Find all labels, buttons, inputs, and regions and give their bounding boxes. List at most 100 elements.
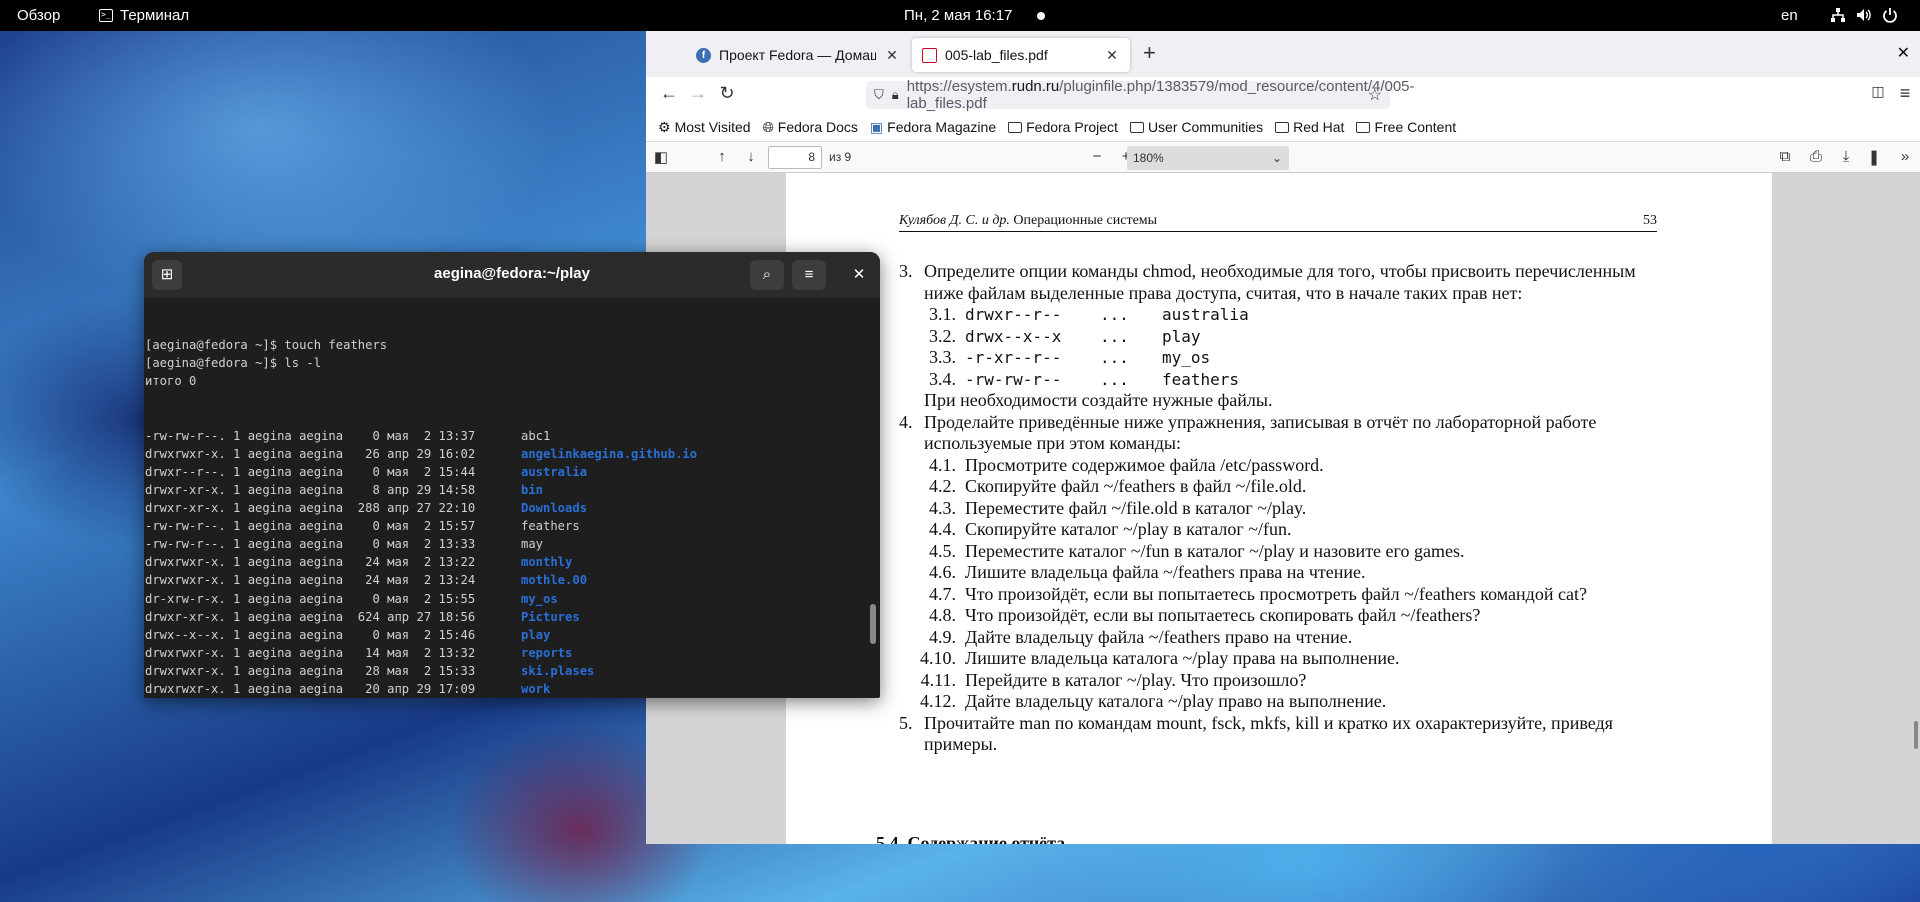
permission-item: 3.1. drwxr--r--... australia <box>929 304 1249 324</box>
pdf-toolbar: ◧ ↑ ↓ 8 из 9 − + 180% ⌄ ⧉ ⎙ ⤓ ❚ » <box>646 141 1920 173</box>
folder-icon <box>1356 121 1371 133</box>
terminal-scrollbar[interactable] <box>870 604 876 644</box>
menu-icon[interactable]: ≡ <box>1893 83 1917 104</box>
terminal-line: [aegina@fedora ~]$ ls -l <box>145 356 322 371</box>
print-icon[interactable]: ⎙ <box>1806 148 1826 165</box>
running-head-title: Операционные системы <box>1013 213 1158 228</box>
page-number-input[interactable]: 8 <box>768 146 822 169</box>
exercise-step: 4.2. Скопируйте файл ~/feathers в файл ~/… <box>929 476 1307 496</box>
terminal-header: ⊞ aegina@fedora:~/play ⌕ ≡ ✕ <box>144 252 880 298</box>
terminal-line: drwxrwxr-x. 1 aegina aegina 24 мая 2 13:… <box>145 555 573 570</box>
list-item: 5. Прочитайте man по командам mount, fsc… <box>899 712 1613 755</box>
terminal-line: drwxrwxr-x. 1 aegina aegina 24 мая 2 13:… <box>145 573 588 588</box>
close-icon[interactable]: ✕ <box>844 260 874 290</box>
terminal-line: drwxrwxr-x. 1 aegina aegina 28 мая 2 15:… <box>145 663 595 678</box>
reload-icon[interactable]: ↻ <box>715 83 739 104</box>
network-icon[interactable] <box>1830 7 1846 23</box>
pdf-text: 3. Определите опции команды chmod, необх… <box>899 261 1657 756</box>
bookmark-star-icon[interactable]: ☆ <box>1368 85 1382 105</box>
url-text: https://esystem.rudn.ru/pluginfile.php/1… <box>906 78 1415 112</box>
tab-close-icon[interactable]: ✕ <box>884 47 900 64</box>
magazine-icon: ▣ <box>869 118 884 135</box>
exercise-step: 4.9. Дайте владельцу файла ~/feathers пра… <box>929 626 1353 647</box>
tools-chevron-icon[interactable]: » <box>1895 148 1915 165</box>
terminal-line: -rw-rw-r--. 1 aegina aegina 0 мая 2 15:5… <box>145 519 580 534</box>
pdf-favicon-icon <box>922 47 937 63</box>
bookmark-free-content[interactable]: Free Content <box>1356 119 1456 135</box>
app-name: Терминал <box>120 7 190 24</box>
exercise-step: 4.4. Скопируйте каталог ~/play в каталог … <box>929 519 1292 539</box>
bookmark-red-hat[interactable]: Red Hat <box>1275 119 1344 135</box>
bookmark-icon[interactable]: ❚ <box>1864 148 1884 166</box>
clock-button[interactable]: Пн, 2 мая 16:17 <box>904 0 1012 31</box>
sidebar-toggle-icon[interactable]: ◧ <box>651 148 671 166</box>
globe-icon: 🌐︎ <box>762 118 774 135</box>
volume-icon[interactable] <box>1856 7 1872 23</box>
exercise-step: 4.10. Лишите владельца каталога ~/play пр… <box>920 648 1400 668</box>
tab-strip: f Проект Fedora — Домашняя ✕ 005-lab_fil… <box>646 31 1920 77</box>
zoom-out-icon[interactable]: − <box>1087 148 1107 165</box>
new-tab-button[interactable]: + <box>1143 42 1156 64</box>
bookmark-most-visited[interactable]: ⚙ Most Visited <box>658 119 751 136</box>
previous-page-icon[interactable]: ↑ <box>712 148 732 165</box>
terminal-window: ⊞ aegina@fedora:~/play ⌕ ≡ ✕ [aegina@fed… <box>144 252 880 698</box>
power-icon[interactable] <box>1882 7 1898 23</box>
terminal-output[interactable]: [aegina@fedora ~]$ touch feathers [aegina… <box>144 298 880 698</box>
terminal-line: итого 0 <box>145 374 197 389</box>
folder-icon <box>1008 121 1023 133</box>
forward-icon[interactable]: → <box>686 83 710 104</box>
terminal-line: drwx--x--x. 1 aegina aegina 0 мая 2 15:4… <box>145 627 551 642</box>
save-icon[interactable]: ⤓ <box>1836 148 1856 165</box>
exercise-step: 4.6. Лишите владельца файла ~/feathers пр… <box>929 562 1366 582</box>
terminal-line: drwxr-xr-x. 1 aegina aegina 624 апр 27 1… <box>145 609 580 624</box>
activities-button[interactable]: Обзор <box>17 0 60 31</box>
section-heading: 5.4. Содержание отчёта <box>876 833 1066 844</box>
bookmark-fedora-magazine[interactable]: ▣ Fedora Magazine <box>870 119 996 136</box>
zoom-value: 180% <box>1133 151 1164 165</box>
terminal-line: dr-xrw-r-x. 1 aegina aegina 0 мая 2 15:5… <box>145 591 558 606</box>
permission-item: 3.3. -r-xr--r--... my_os <box>929 347 1211 367</box>
bookmarks-toolbar: ⚙ Most Visited 🌐︎ Fedora Docs ▣ Fedora Maga… <box>646 113 1920 141</box>
terminal-line: -rw-rw-r--. 1 aegina aegina 0 мая 2 13:3… <box>145 537 544 552</box>
url-bar[interactable]: ⛉ 🔒︎ https://esystem.rudn.ru/pluginfile.… <box>866 78 1415 112</box>
scrollbar-thumb[interactable] <box>1914 721 1918 749</box>
top-bar: Обзор >_ Терминал Пн, 2 мая 16:17 en <box>0 0 1920 31</box>
folder-icon <box>1275 121 1290 133</box>
exercise-step: 4.7. Что произойдёт, если вы попытаетесь … <box>929 583 1587 604</box>
notification-dot-icon <box>1037 12 1045 20</box>
terminal-icon: >_ <box>99 9 113 22</box>
hamburger-menu-icon[interactable]: ≡ <box>792 260 826 290</box>
bookmark-fedora-docs[interactable]: 🌐︎ Fedora Docs <box>763 119 858 136</box>
chevron-down-icon: ⌄ <box>1271 151 1282 165</box>
back-icon[interactable]: ← <box>657 83 681 104</box>
list-item: 3. Определите опции команды chmod, необх… <box>899 261 1636 303</box>
list-item: 4. Проделайте приведённые ниже упражнени… <box>899 411 1597 454</box>
lock-icon[interactable]: 🔒︎ <box>892 87 899 103</box>
page-number: 53 <box>1643 213 1657 228</box>
terminal-line: drwxrwxr-x. 1 aegina aegina 20 апр 29 17… <box>145 681 551 696</box>
terminal-line: drwxrwxr-x. 1 aegina aegina 26 апр 29 16… <box>145 446 698 461</box>
terminal-line: [aegina@fedora ~]$ touch feathers <box>145 338 388 353</box>
permission-item: 3.4. -rw-rw-r--... feathers <box>929 368 1240 389</box>
tab-pdf[interactable]: 005-lab_files.pdf ✕ <box>912 38 1130 72</box>
next-page-icon[interactable]: ↓ <box>741 148 761 165</box>
zoom-select[interactable]: 180% ⌄ <box>1127 146 1289 170</box>
shield-icon[interactable]: ⛉ <box>874 87 884 103</box>
window-close-icon[interactable]: ✕ <box>1897 43 1910 63</box>
bookmark-user-communities[interactable]: User Communities <box>1129 119 1263 135</box>
tab-title: Проект Fedora — Домашняя <box>719 47 876 63</box>
bookmark-fedora-project[interactable]: Fedora Project <box>1008 119 1118 135</box>
folder-icon <box>1129 121 1144 133</box>
exercise-step: 4.1. Просмотрите содержимое файла /etc/pa… <box>929 454 1324 475</box>
app-menu-button[interactable]: >_ Терминал <box>99 0 189 31</box>
exercise-step: 4.5. Переместите каталог ~/fun в каталог … <box>929 540 1465 561</box>
presentation-icon[interactable]: ⧉ <box>1775 148 1795 165</box>
search-icon[interactable]: ⌕ <box>750 260 784 290</box>
pocket-icon[interactable]: ◫ <box>1866 83 1890 100</box>
tab-fedora-project[interactable]: f Проект Fedora — Домашняя ✕ <box>686 38 910 72</box>
exercise-step: 4.8. Что произойдёт, если вы попытаетесь … <box>929 605 1481 625</box>
tab-close-icon[interactable]: ✕ <box>1104 47 1120 64</box>
terminal-line: drwxrwxr-x. 1 aegina aegina 14 мая 2 13:… <box>145 645 573 660</box>
exercise-step: 4.3. Переместите файл ~/file.old в катало… <box>929 497 1307 518</box>
keyboard-layout-button[interactable]: en <box>1781 0 1798 31</box>
